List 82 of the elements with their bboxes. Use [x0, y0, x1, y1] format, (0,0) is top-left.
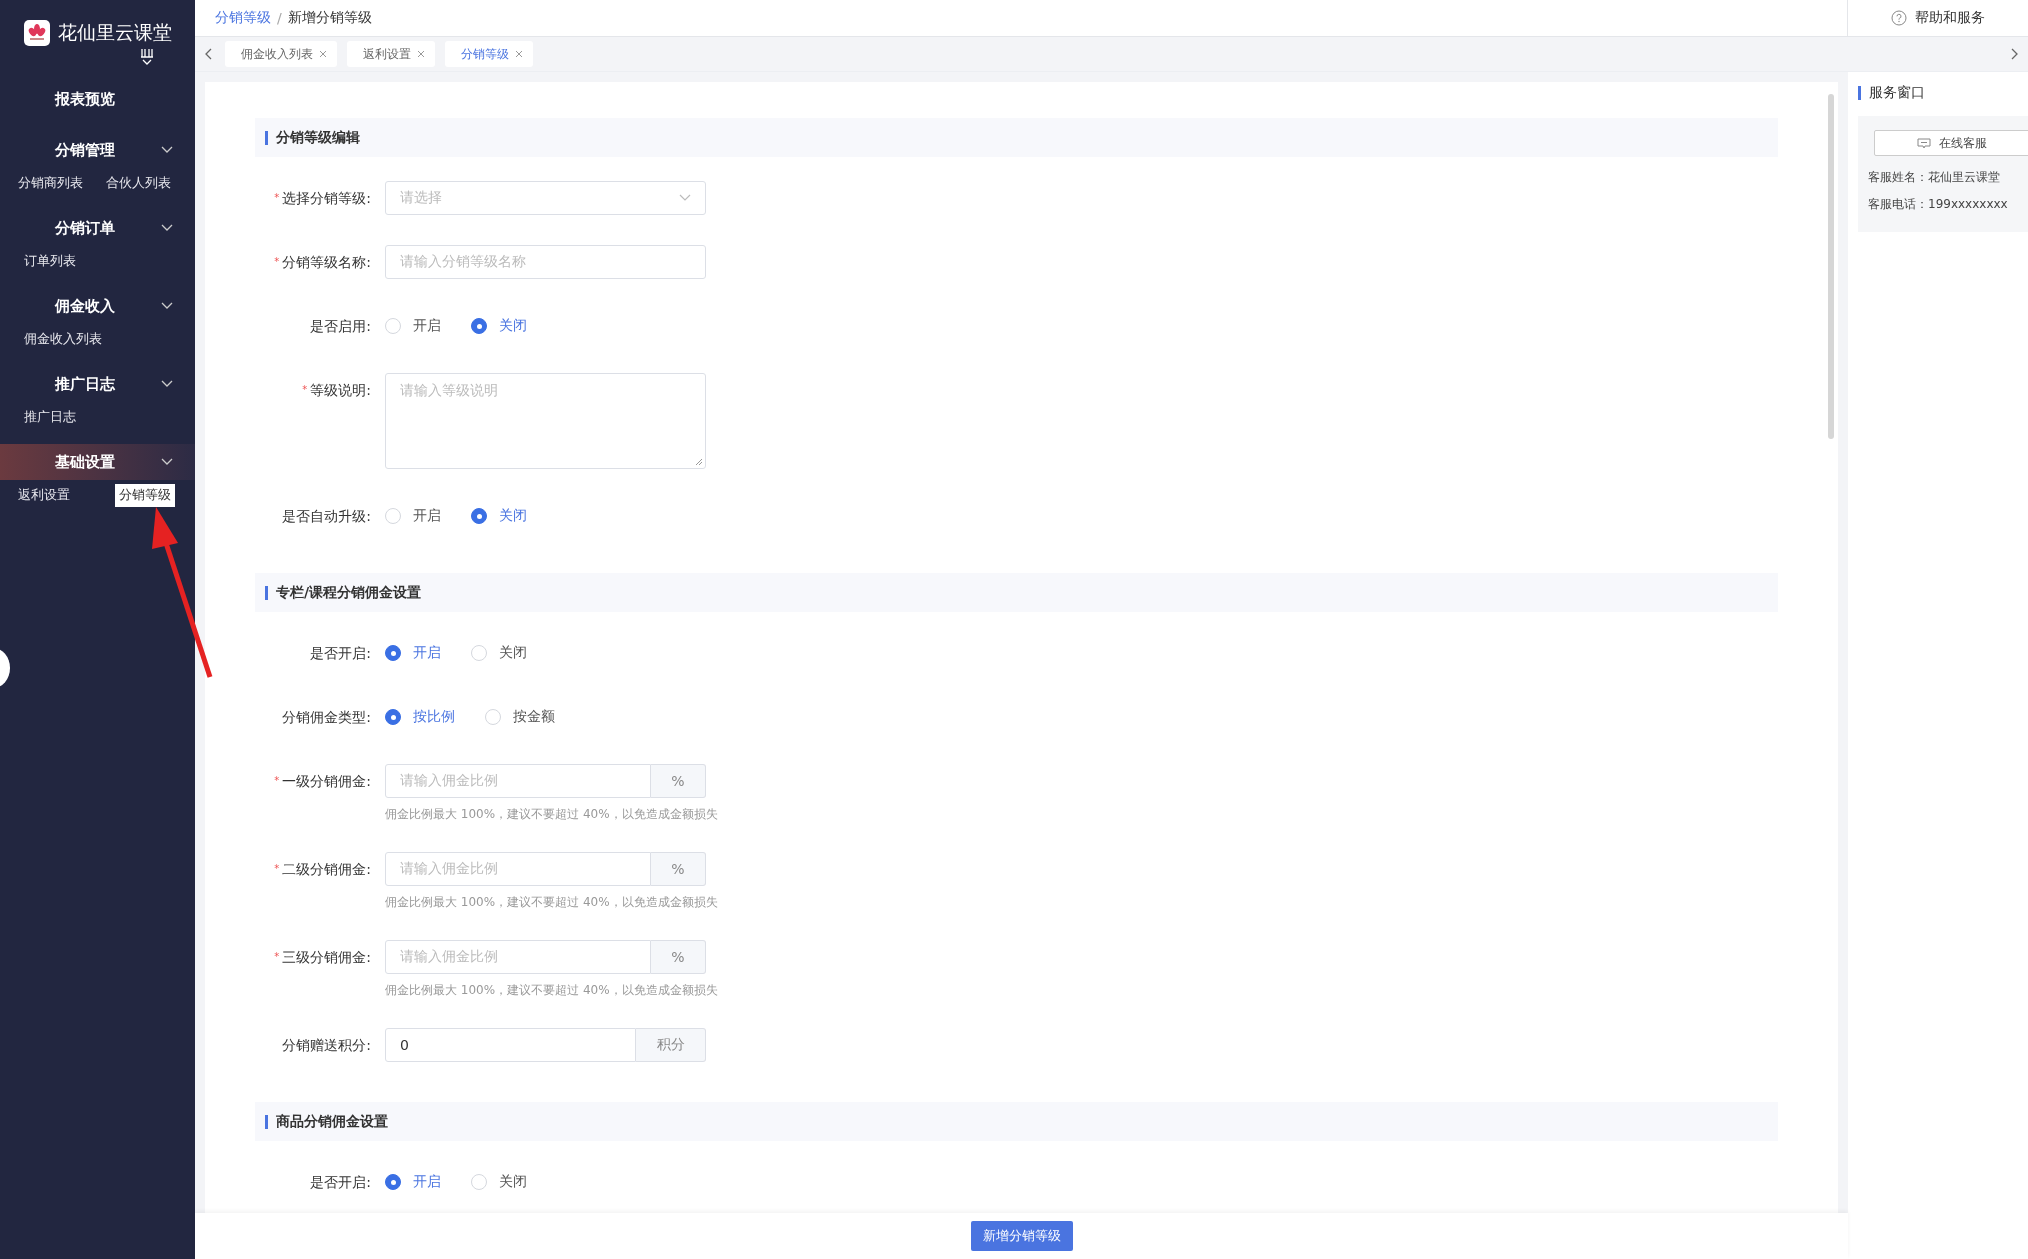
menu-item[interactable]: 推广日志 [20, 406, 80, 429]
required-mark: * [274, 863, 280, 874]
scrollbar[interactable] [1828, 94, 1834, 439]
chevron-down-icon [161, 380, 173, 388]
field-label: * 选择分销等级: [273, 189, 372, 208]
menu-item[interactable]: 订单列表 [20, 250, 80, 273]
section-title: 专栏/课程分销佣金设置 [276, 583, 422, 602]
field-label: * 三级分销佣金: [273, 948, 372, 967]
breadcrumb-separator: / [277, 10, 282, 26]
menu-group[interactable]: 佣金收入 [0, 288, 195, 324]
menu-group[interactable]: 分销订单 [0, 210, 195, 246]
page-tab[interactable]: 分销等级 [445, 41, 533, 67]
field-label: 是否启用: [309, 317, 372, 336]
required-mark: * [274, 951, 280, 962]
field-label: 是否自动升级: [281, 507, 372, 526]
field-label: 是否开启: [309, 1173, 372, 1192]
unit-addon: 积分 [636, 1028, 706, 1062]
required-mark: * [274, 192, 280, 203]
required-mark: * [274, 775, 280, 786]
field-label: 是否开启: [309, 644, 372, 663]
radio-option[interactable]: 开启 [385, 317, 441, 335]
breadcrumb-link[interactable]: 分销等级 [215, 9, 271, 27]
chevron-down-icon [161, 224, 173, 232]
breadcrumb-current: 新增分销等级 [287, 9, 372, 27]
field-label: * 一级分销佣金: [273, 772, 372, 791]
menu-item[interactable]: 分销商列表 [14, 172, 87, 195]
close-icon[interactable] [515, 50, 523, 58]
hint-text: 佣金比例最大 100%，建议不要超过 40%，以免造成金额损失 [385, 806, 718, 822]
unit-addon: % [651, 852, 706, 886]
close-icon[interactable] [417, 50, 425, 58]
contact-info: 客服姓名：花仙里云课堂 [1868, 169, 2001, 186]
chevron-left-icon[interactable] [205, 48, 213, 60]
section-title: 分销等级编辑 [276, 128, 360, 147]
hint-text: 佣金比例最大 100%，建议不要超过 40%，以免造成金额损失 [385, 982, 718, 998]
flower-logo-icon [23, 20, 50, 46]
page-tab[interactable]: 返利设置 [347, 41, 435, 67]
radio-option[interactable]: 开启 [385, 507, 441, 525]
chevron-down-icon [161, 302, 173, 310]
radio-option[interactable]: 关闭 [471, 644, 527, 662]
field-label: * 二级分销佣金: [273, 860, 372, 879]
section-title: 商品分销佣金设置 [276, 1112, 388, 1131]
radio-option[interactable]: 关闭 [471, 507, 527, 525]
required-mark: * [274, 256, 280, 267]
help-icon[interactable] [1891, 10, 1907, 26]
menu-item[interactable]: 佣金收入列表 [20, 328, 106, 351]
chevron-right-icon[interactable] [2010, 48, 2018, 60]
help-link[interactable]: 帮助和服务 [1915, 9, 1985, 27]
panel-title: 服务窗口 [1869, 84, 1925, 102]
radio-option[interactable]: 开启 [385, 1173, 441, 1191]
radio-option[interactable]: 关闭 [471, 317, 527, 335]
field-label: 分销佣金类型: [281, 708, 372, 727]
chevron-down-icon [161, 458, 173, 466]
field-label: * 等级说明: [301, 381, 372, 400]
hint-text: 佣金比例最大 100%，建议不要超过 40%，以免造成金额损失 [385, 894, 718, 910]
chevron-down-icon [679, 194, 691, 202]
chevron-down-icon [161, 146, 173, 154]
radio-option[interactable]: 按金额 [485, 708, 555, 726]
contact-info: 客服电话：199xxxxxxxx [1868, 196, 2009, 213]
close-icon[interactable] [319, 50, 327, 58]
submit-button[interactable]: 新增分销等级 [970, 1221, 1073, 1251]
menu-item[interactable]: 返利设置 [14, 484, 74, 507]
online-service-button[interactable]: 在线客服 [1874, 130, 2028, 156]
resize-grip-icon[interactable] [695, 458, 703, 466]
collapse-icon[interactable] [139, 48, 155, 66]
brand-name: 花仙里云课堂 [57, 20, 172, 45]
input-field[interactable]: 0 [385, 1028, 636, 1062]
radio-option[interactable]: 按比例 [385, 708, 455, 726]
menu-group[interactable]: 推广日志 [0, 366, 195, 402]
radio-option[interactable]: 关闭 [471, 1173, 527, 1191]
unit-addon: % [651, 940, 706, 974]
unit-addon: % [651, 764, 706, 798]
required-mark: * [302, 384, 308, 395]
field-label: 分销赠送积分: [281, 1036, 372, 1055]
menu-group[interactable]: 报表预览 [0, 81, 195, 117]
menu-group[interactable]: 分销管理 [0, 132, 195, 168]
menu-item[interactable]: 分销等级 [115, 484, 175, 507]
field-label: * 分销等级名称: [273, 253, 372, 272]
radio-option[interactable]: 开启 [385, 644, 441, 662]
page-tab[interactable]: 佣金收入列表 [225, 41, 337, 67]
menu-group[interactable]: 基础设置 [0, 444, 195, 480]
chat-icon [1917, 137, 1931, 149]
menu-item[interactable]: 合伙人列表 [102, 172, 175, 195]
